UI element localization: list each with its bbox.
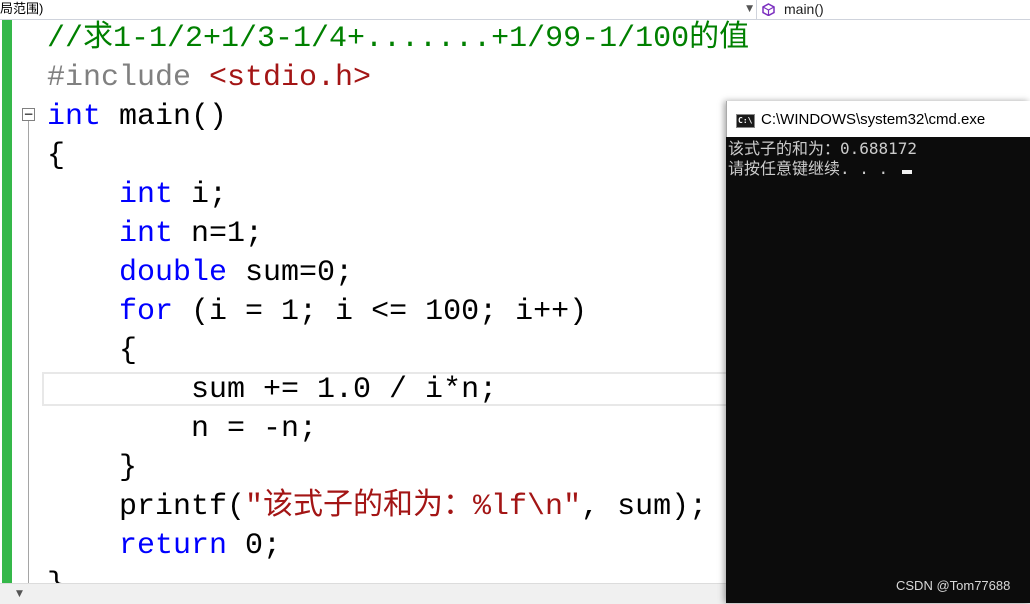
code-token: <stdio.h> xyxy=(209,61,372,95)
code-token: //求1-1/2+1/3-1/4+.......+1/99-1/100的值 xyxy=(47,22,750,56)
zoom-dropdown-icon[interactable]: ▼ xyxy=(16,586,23,602)
code-token: double xyxy=(119,256,228,290)
code-token: } xyxy=(47,568,65,583)
code-token: "该式子的和为：%lf\n" xyxy=(245,490,582,524)
code-token: printf( xyxy=(47,490,246,524)
code-line[interactable]: int i; xyxy=(47,176,227,215)
scope-dropdown[interactable]: 局范围) ▼ xyxy=(0,0,757,19)
scope-label: 局范围) xyxy=(0,1,44,16)
code-token: return xyxy=(119,529,228,563)
method-cube-icon xyxy=(762,3,775,16)
console-icon-label: C:\ xyxy=(738,116,753,125)
code-token: int xyxy=(47,100,102,134)
code-line[interactable]: return 0; xyxy=(47,527,281,566)
console-window[interactable]: C:\ C:\WINDOWS\system32\cmd.exe 该式子的和为：0… xyxy=(726,101,1030,603)
navigation-bar: 局范围) ▼ main() xyxy=(0,0,1030,20)
collapse-minus-icon[interactable]: − xyxy=(22,108,35,121)
code-line[interactable]: sum += 1.0 / i*n; xyxy=(47,371,497,410)
code-token: main() xyxy=(101,100,228,134)
code-token: 0; xyxy=(227,529,282,563)
code-token: int xyxy=(119,178,174,212)
change-tracking-bar xyxy=(2,20,12,583)
code-token: for xyxy=(119,295,174,329)
console-output-line: 该式子的和为：0.688172 xyxy=(728,139,918,158)
code-line[interactable]: double sum=0; xyxy=(47,254,353,293)
code-line[interactable]: } xyxy=(47,449,137,488)
code-line[interactable]: //求1-1/2+1/3-1/4+.......+1/99-1/100的值 xyxy=(47,20,749,59)
console-titlebar[interactable]: C:\ C:\WINDOWS\system32\cmd.exe xyxy=(726,101,1030,137)
code-line[interactable]: #include <stdio.h> xyxy=(47,59,371,98)
code-line[interactable]: printf("该式子的和为：%lf\n", sum); xyxy=(47,488,707,527)
console-app-icon: C:\ xyxy=(736,114,755,128)
code-line[interactable]: n = -n; xyxy=(47,410,317,449)
console-title: C:\WINDOWS\system32\cmd.exe xyxy=(761,111,986,128)
member-label: main() xyxy=(784,1,824,17)
code-line[interactable]: } xyxy=(47,566,65,583)
console-cursor xyxy=(901,170,912,174)
code-token: #include xyxy=(47,61,210,95)
code-token: n = -n; xyxy=(47,412,318,446)
code-line[interactable]: for (i = 1; i <= 100; i++) xyxy=(47,293,587,332)
watermark: CSDN @Tom77688 xyxy=(896,578,1011,593)
code-token: n=1; xyxy=(173,217,264,251)
code-token: i; xyxy=(173,178,228,212)
code-line[interactable]: int n=1; xyxy=(47,215,263,254)
code-token: } xyxy=(47,451,138,485)
outline-guide-line xyxy=(28,121,29,583)
console-output-line: 请按任意键继续. . . xyxy=(728,159,912,178)
chevron-down-icon[interactable]: ▼ xyxy=(746,0,753,19)
console-prompt-text: 请按任意键继续. . . xyxy=(728,159,898,178)
code-line[interactable]: { xyxy=(47,332,137,371)
code-token: sum += 1.0 / i*n; xyxy=(47,373,498,407)
code-token: , sum); xyxy=(581,490,708,524)
code-line[interactable]: { xyxy=(47,137,65,176)
code-token: { xyxy=(47,334,138,368)
code-line[interactable]: int main() xyxy=(47,98,227,137)
code-token: int xyxy=(119,217,174,251)
code-token: sum=0; xyxy=(227,256,354,290)
code-token: (i = 1; i <= 100; i++) xyxy=(173,295,588,329)
member-dropdown[interactable]: main() xyxy=(758,0,1030,19)
code-token: { xyxy=(47,139,66,173)
